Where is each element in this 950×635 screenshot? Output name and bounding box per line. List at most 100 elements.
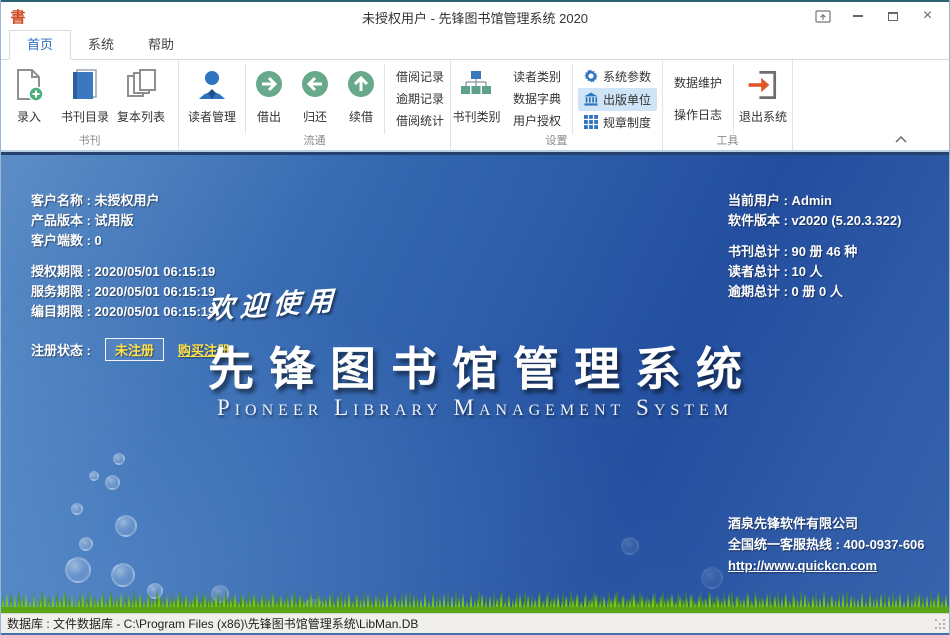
main-content: 客户名称 : 未授权用户 产品版本 : 试用版 客户端数 : 0 授权期限 : … [1, 152, 949, 613]
renew-button[interactable]: 续借 [338, 64, 384, 134]
books-total: 书刊总计 : 90 册 46 种 [728, 242, 901, 262]
ribbon: 录入 书刊目录 复本列表 书刊 [1, 60, 949, 152]
gear-icon [584, 69, 598, 83]
copy-list-label: 复本列表 [117, 108, 165, 125]
entry-button[interactable]: 录入 [1, 64, 57, 134]
bubble-decoration [113, 453, 125, 465]
exit-system-button[interactable]: 退出系统 [734, 64, 792, 134]
bubble-decoration [79, 537, 93, 551]
ribbon-group-books: 录入 书刊目录 复本列表 书刊 [1, 60, 179, 150]
auth-deadline: 授权期限 : 2020/05/01 06:15:19 [31, 262, 230, 282]
return-button[interactable]: 归还 [292, 64, 338, 134]
overdue-records-button[interactable]: 逾期记录 [394, 88, 446, 110]
close-button[interactable]: × [910, 2, 945, 30]
publisher-button[interactable]: 出版单位 [578, 88, 657, 111]
main-title-english: Pioneer Library Management System [1, 395, 949, 421]
group-label-books: 书刊 [1, 132, 178, 148]
borrow-stats-button[interactable]: 借阅统计 [394, 110, 446, 132]
stats-info-panel: 当前用户 : Admin 软件版本 : v2020 (5.20.3.322) 书… [728, 191, 901, 302]
minimize-icon [853, 15, 863, 17]
main-title-chinese: 先锋图书馆管理系统 [1, 333, 949, 399]
book-catalog-button[interactable]: 书刊目录 [57, 64, 113, 134]
reader-category-button[interactable]: 读者类别 [511, 66, 563, 88]
reader-mgmt-section: 读者管理 [179, 64, 246, 134]
group-label-circulation: 流通 [179, 132, 450, 148]
minimize-button[interactable] [840, 2, 875, 30]
tab-home[interactable]: 首页 [9, 30, 71, 60]
group-label-settings: 设置 [451, 132, 662, 148]
product-version: 产品版本 : 试用版 [31, 211, 230, 231]
book-category-button[interactable]: 书刊类别 [451, 64, 502, 134]
ribbon-spacer [793, 60, 949, 150]
reader-icon [195, 67, 229, 103]
exit-door-icon [745, 67, 781, 103]
maximize-icon [888, 12, 898, 21]
company-name: 酒泉先锋软件有限公司 [728, 513, 925, 534]
renew-label: 续借 [349, 108, 373, 125]
book-icon [68, 67, 102, 103]
bank-icon [584, 92, 598, 106]
tab-system[interactable]: 系统 [71, 31, 131, 59]
ribbon-tab-bar: 首页 系统 帮助 [1, 30, 949, 60]
data-maintenance-button[interactable]: 数据维护 [672, 67, 724, 99]
company-info: 酒泉先锋软件有限公司 全国统一客服热线 : 400-0937-606 http:… [728, 513, 925, 576]
window-title: 未授权用户 - 先锋图书馆管理系统 2020 [362, 8, 588, 27]
operation-log-button[interactable]: 操作日志 [672, 99, 724, 131]
bubble-decoration [89, 471, 99, 481]
copies-icon [124, 67, 158, 103]
user-authorization-button[interactable]: 用户授权 [511, 110, 563, 132]
records-section: 借阅记录 逾期记录 借阅统计 [385, 64, 455, 134]
reader-management-button[interactable]: 读者管理 [179, 64, 245, 134]
category-tree-icon [459, 67, 493, 103]
status-bar: 数据库 : 文件数据库 - C:\Program Files (x86)\先锋图… [1, 613, 949, 633]
bubble-decoration [65, 557, 91, 583]
client-name: 客户名称 : 未授权用户 [31, 191, 230, 211]
welcome-text: 欢迎使用 [206, 278, 339, 326]
bubble-decoration [621, 537, 639, 555]
book-category-label: 书刊类别 [452, 108, 500, 125]
settings-icon-section: 系统参数 出版单位 [573, 64, 662, 134]
borrow-records-button[interactable]: 借阅记录 [394, 66, 446, 88]
overdue-total: 逾期总计 : 0 册 0 人 [728, 282, 901, 302]
ribbon-group-tools: 数据维护 操作日志 退出系统 工具 [663, 60, 793, 150]
ribbon-pin-button[interactable] [805, 2, 840, 30]
database-status-text: 数据库 : 文件数据库 - C:\Program Files (x86)\先锋图… [7, 615, 418, 632]
arrow-up-circle-icon [345, 67, 377, 103]
lend-return-section: 借出 归还 续借 [246, 64, 385, 134]
close-icon: × [923, 8, 932, 24]
maximize-button[interactable] [875, 2, 910, 30]
grid-icon [584, 115, 598, 129]
window-controls: × [805, 2, 945, 30]
exit-system-label: 退出系统 [739, 108, 787, 125]
grass-decoration [1, 586, 949, 613]
rules-label: 规章制度 [603, 114, 651, 131]
readers-total: 读者总计 : 10 人 [728, 262, 901, 282]
bubble-decoration [115, 515, 137, 537]
resize-grip[interactable] [935, 619, 947, 631]
system-params-button[interactable]: 系统参数 [578, 65, 657, 88]
book-catalog-label: 书刊目录 [61, 108, 109, 125]
copy-list-button[interactable]: 复本列表 [113, 64, 169, 134]
service-hotline: 全国统一客服热线 : 400-0937-606 [728, 534, 925, 555]
system-params-label: 系统参数 [603, 68, 651, 85]
tab-help[interactable]: 帮助 [131, 31, 191, 59]
settings-text-section: 读者类别 数据字典 用户授权 [502, 64, 573, 134]
return-label: 归还 [303, 108, 327, 125]
lend-button[interactable]: 借出 [246, 64, 292, 134]
rules-button[interactable]: 规章制度 [578, 111, 657, 134]
collapse-ribbon-button[interactable] [891, 132, 911, 146]
ribbon-group-circulation: 读者管理 借出 归还 [179, 60, 451, 150]
bubble-decoration [71, 503, 83, 515]
title-bar: 書 未授权用户 - 先锋图书馆管理系统 2020 × [1, 0, 949, 30]
client-count: 客户端数 : 0 [31, 231, 230, 251]
software-version: 软件版本 : v2020 (5.20.3.322) [728, 211, 901, 231]
app-logo-icon: 書 [1, 6, 35, 27]
service-deadline: 服务期限 : 2020/05/01 06:15:19 [31, 282, 230, 302]
group-label-tools: 工具 [663, 132, 792, 148]
entry-label: 录入 [17, 108, 41, 125]
data-dictionary-button[interactable]: 数据字典 [511, 88, 563, 110]
arrow-left-circle-icon [299, 67, 331, 103]
chevron-up-icon [894, 135, 908, 144]
website-link[interactable]: http://www.quickcn.com [728, 555, 925, 576]
reader-management-label: 读者管理 [188, 108, 236, 125]
